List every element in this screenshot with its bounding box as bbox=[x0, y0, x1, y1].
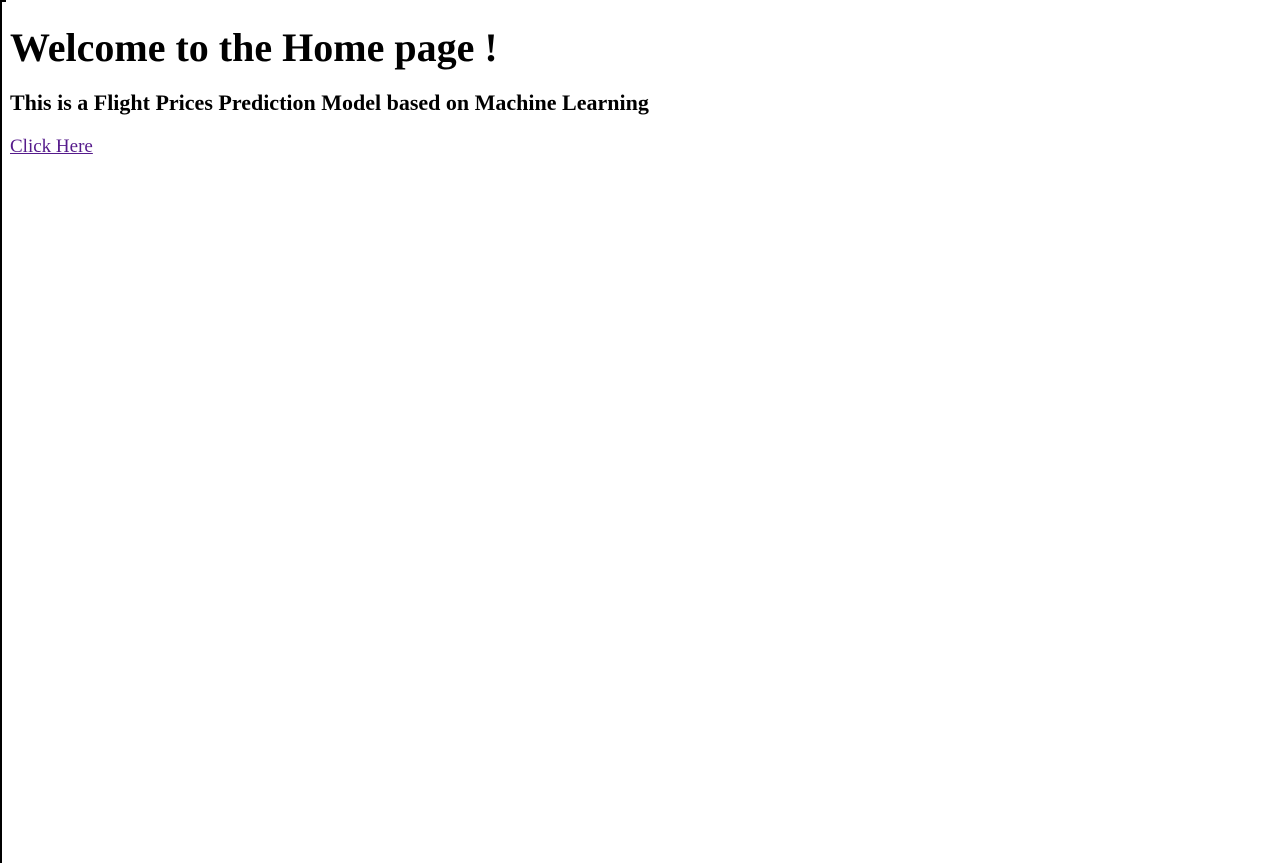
window-left-edge bbox=[0, 0, 2, 863]
home-page: Welcome to the Home page ! This is a Fli… bbox=[0, 0, 1283, 863]
link-paragraph: Click Here bbox=[10, 116, 1273, 158]
click-here-link[interactable]: Click Here bbox=[10, 136, 93, 157]
window-corner bbox=[0, 0, 6, 2]
page-subtitle: This is a Flight Prices Prediction Model… bbox=[10, 90, 649, 115]
page-title: Welcome to the Home page ! bbox=[10, 25, 498, 70]
